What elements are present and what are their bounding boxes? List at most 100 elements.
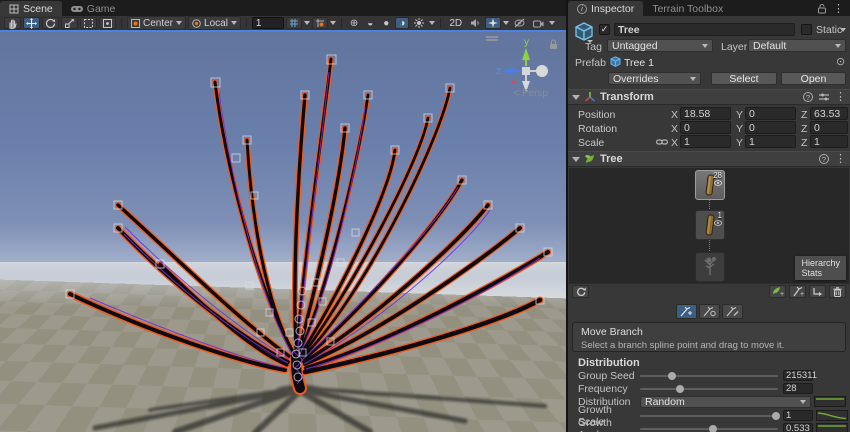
grid-dropdown-caret[interactable] bbox=[304, 21, 310, 25]
growth-angle-curve-preview[interactable] bbox=[816, 423, 848, 432]
inspector-menu-icon[interactable]: ⋮ bbox=[833, 4, 844, 14]
skybox-toggle-button[interactable]: ◑ bbox=[395, 17, 409, 29]
duplicate-node-button[interactable] bbox=[809, 285, 826, 298]
gizmo-menu-icon[interactable] bbox=[486, 37, 498, 40]
grid-visibility-button[interactable] bbox=[286, 17, 302, 29]
select-button[interactable]: Select bbox=[711, 72, 777, 85]
position-y-field[interactable] bbox=[745, 107, 796, 120]
component-menu-icon[interactable]: ⋮ bbox=[835, 154, 846, 164]
fx-light-button[interactable] bbox=[411, 17, 427, 29]
pivot-mode-dropdown[interactable]: Center bbox=[127, 16, 186, 30]
frequency-value[interactable]: 28 bbox=[783, 383, 813, 394]
gizmo-z-axis-cone[interactable] bbox=[502, 67, 514, 75]
lighting-toggle-button[interactable]: ◒ bbox=[363, 17, 377, 29]
transform-tool-button[interactable] bbox=[99, 17, 116, 29]
rotation-z-field[interactable] bbox=[810, 121, 848, 134]
frequency-slider[interactable] bbox=[640, 388, 778, 390]
group-seed-slider[interactable] bbox=[640, 375, 778, 377]
gizmo-x-axis-cone[interactable] bbox=[509, 80, 516, 84]
pivot-rotation-dropdown[interactable]: Local bbox=[188, 16, 241, 30]
gizmo-lock-icon[interactable] bbox=[550, 40, 557, 49]
move-branch-tool-button[interactable] bbox=[676, 304, 697, 319]
presets-icon[interactable] bbox=[819, 92, 829, 102]
shaded-sphere-button[interactable]: ● bbox=[379, 17, 393, 29]
camera-settings-button[interactable] bbox=[530, 17, 547, 29]
component-menu-icon[interactable]: ⋮ bbox=[835, 92, 846, 102]
gizmo-center-cube[interactable] bbox=[522, 67, 530, 75]
rotation-x-field[interactable] bbox=[680, 121, 731, 134]
scene-viewport[interactable]: y z < Persp bbox=[0, 32, 566, 432]
eye-icon[interactable] bbox=[714, 220, 722, 226]
rotate-tool-button[interactable] bbox=[42, 17, 59, 29]
gameobject-cube-icon[interactable] bbox=[573, 21, 595, 43]
move-tool-button[interactable] bbox=[23, 17, 40, 29]
tree-component-header[interactable]: Tree ? ⋮ bbox=[568, 151, 850, 167]
scale-x-field[interactable] bbox=[680, 135, 731, 148]
help-icon[interactable]: ? bbox=[803, 92, 813, 102]
layer-dropdown[interactable]: Default bbox=[748, 39, 846, 52]
gameobject-name-field[interactable] bbox=[614, 23, 795, 36]
tree-node-branch-group-selected[interactable]: 28 bbox=[695, 170, 725, 200]
foldout-icon[interactable] bbox=[572, 157, 580, 162]
lock-icon[interactable] bbox=[817, 3, 827, 14]
snap-dropdown-caret[interactable] bbox=[330, 21, 336, 25]
prefab-options-icon[interactable]: ⊙ bbox=[836, 55, 845, 68]
view-hand-tool-button[interactable] bbox=[4, 17, 21, 29]
static-dropdown-caret[interactable] bbox=[840, 28, 846, 32]
growth-scale-curve-preview[interactable] bbox=[816, 410, 848, 421]
overrides-dropdown[interactable]: Overrides bbox=[608, 72, 701, 85]
growth-angle-slider[interactable] bbox=[640, 428, 778, 430]
add-branch-group-button[interactable]: + bbox=[789, 285, 806, 298]
camera-dropdown-caret[interactable] bbox=[549, 21, 555, 25]
scale-z-field[interactable] bbox=[810, 135, 848, 148]
delete-node-button[interactable] bbox=[829, 285, 846, 298]
distribution-dropdown[interactable]: Random bbox=[640, 396, 811, 408]
tree-hierarchy-canvas[interactable]: 28 1 Hierarchy Stats bbox=[569, 168, 849, 284]
tree-node-branch-group[interactable]: 1 bbox=[695, 210, 725, 240]
scale-tool-button[interactable] bbox=[61, 17, 78, 29]
draw-mode-button[interactable]: ⊕ bbox=[347, 17, 361, 29]
snap-settings-button[interactable] bbox=[312, 17, 328, 29]
scale-link-icon[interactable] bbox=[656, 138, 668, 146]
open-button[interactable]: Open bbox=[781, 72, 846, 85]
gizmos-hidden-button[interactable] bbox=[511, 17, 528, 29]
toolbar-separator bbox=[440, 18, 441, 28]
foldout-icon[interactable] bbox=[572, 95, 580, 100]
transform-header[interactable]: Transform ? ⋮ bbox=[568, 89, 850, 105]
tag-dropdown[interactable]: Untagged bbox=[607, 39, 713, 52]
freehand-branch-tool-button[interactable] bbox=[722, 304, 743, 319]
static-checkbox[interactable] bbox=[801, 24, 812, 35]
growth-scale-slider[interactable] bbox=[640, 415, 778, 417]
grid-size-input[interactable] bbox=[252, 17, 284, 29]
tab-inspector[interactable]: i Inspector bbox=[568, 1, 643, 16]
eye-icon[interactable] bbox=[714, 180, 722, 186]
rotation-y-field[interactable] bbox=[745, 121, 796, 134]
group-seed-value[interactable]: 215311 bbox=[783, 370, 813, 381]
effects-toggle-button[interactable] bbox=[485, 17, 501, 29]
distribution-curve-preview[interactable] bbox=[814, 396, 846, 407]
rect-tool-button[interactable] bbox=[80, 17, 97, 29]
gizmo-y-axis-cone[interactable] bbox=[522, 48, 530, 60]
position-x-field[interactable] bbox=[680, 107, 731, 120]
axis-z-label: Z bbox=[801, 137, 810, 149]
fx-dropdown-caret[interactable] bbox=[429, 21, 435, 25]
active-checkbox[interactable]: ✓ bbox=[599, 24, 610, 35]
tab-game[interactable]: Game bbox=[62, 1, 125, 16]
refresh-button[interactable] bbox=[572, 285, 589, 298]
projection-mode-label[interactable]: < Persp bbox=[513, 88, 548, 99]
tab-terrain-toolbox[interactable]: Terrain Toolbox bbox=[643, 1, 732, 16]
position-z-field[interactable] bbox=[810, 107, 848, 120]
prefab-name[interactable]: Tree 1 bbox=[624, 57, 654, 69]
audio-toggle-button[interactable] bbox=[467, 17, 483, 29]
gizmo-neg-z-sphere[interactable] bbox=[536, 65, 548, 77]
add-leaf-group-button[interactable]: + bbox=[769, 285, 786, 298]
effects-dropdown-caret[interactable] bbox=[503, 21, 509, 25]
tree-node-root[interactable] bbox=[695, 252, 725, 282]
scale-y-field[interactable] bbox=[745, 135, 796, 148]
2d-toggle-button[interactable]: 2D bbox=[446, 17, 465, 29]
rotate-branch-tool-button[interactable] bbox=[699, 304, 720, 319]
help-icon[interactable]: ? bbox=[819, 154, 829, 164]
tab-scene[interactable]: Scene bbox=[0, 1, 62, 16]
growth-angle-value[interactable]: 0.533 bbox=[783, 423, 813, 432]
growth-scale-value[interactable]: 1 bbox=[783, 410, 813, 421]
